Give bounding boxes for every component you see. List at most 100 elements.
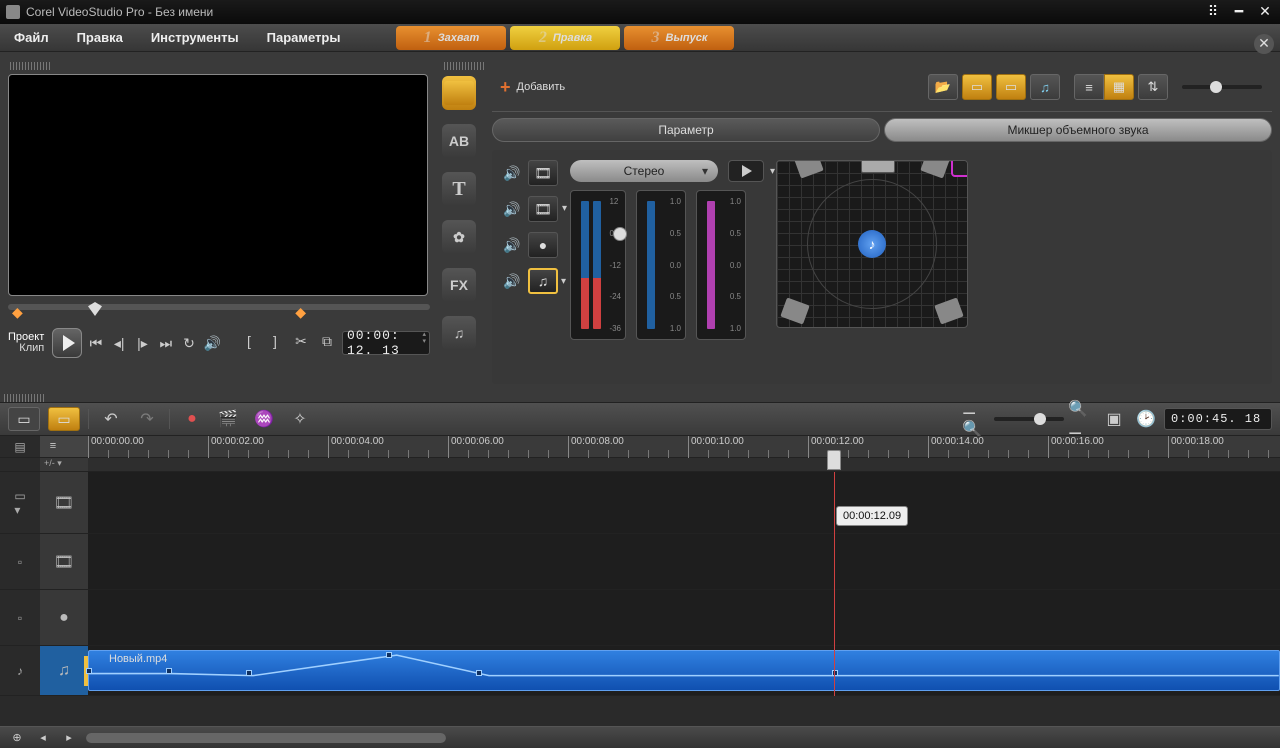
timeline-view-button[interactable]: ▭ (48, 407, 80, 431)
video-track[interactable] (88, 472, 1280, 534)
playhead-handle[interactable] (827, 450, 841, 470)
snapshot-button[interactable]: ⧉ (316, 333, 338, 353)
play-button[interactable] (52, 328, 82, 358)
sub-meter[interactable]: 1.00.50.00.51.0 (696, 190, 746, 340)
center-meter[interactable]: 1.00.50.00.51.0 (636, 190, 686, 340)
mute-music-track[interactable]: 🔊 (502, 271, 522, 291)
go-start-button[interactable]: ⏮ (86, 332, 105, 354)
repeat-button[interactable]: ↻ (179, 332, 198, 354)
channel-mode-dropdown[interactable]: Стерео (570, 160, 718, 182)
playhead[interactable]: 00:00:12.09 (834, 472, 835, 696)
tab-attribute[interactable]: Параметр (492, 118, 880, 142)
fit-project-button[interactable]: ▣ (1100, 407, 1128, 431)
mixer-play-button[interactable] (728, 160, 764, 182)
env-point[interactable] (476, 670, 482, 676)
h-scrollbar[interactable] (86, 733, 446, 743)
cat-graphic-button[interactable]: ✿ (442, 220, 476, 254)
menu-settings[interactable]: Параметры (253, 30, 355, 45)
sel-overlay-track[interactable]: 🎞 (528, 196, 558, 222)
mark-in-button[interactable]: [ (238, 333, 260, 353)
view-list-button[interactable]: ≡ (1074, 74, 1104, 100)
pane-grip-right[interactable] (444, 62, 484, 70)
zoom-out-button[interactable]: ⚊🔍 (962, 407, 990, 431)
timeline-body[interactable]: 00:00:00.0000:00:02.0000:00:04.0000:00:0… (88, 436, 1280, 726)
sel-music-track[interactable]: ♫ (528, 268, 558, 294)
zoom-slider[interactable] (994, 417, 1064, 421)
preview-scrubber[interactable]: ◆ ◆ (8, 304, 430, 322)
project-duration[interactable]: 0:00:45. 18 (1164, 408, 1272, 430)
minimize-button[interactable]: ━ (1230, 5, 1248, 19)
overlay-track[interactable] (88, 534, 1280, 590)
record-button[interactable]: ● (178, 407, 206, 431)
filter-photo-button[interactable]: ▭ (996, 74, 1026, 100)
undo-button[interactable]: ↶ (97, 407, 125, 431)
ruler-mode-a[interactable]: ▤ (0, 436, 40, 458)
add-media-button[interactable]: +Добавить (492, 77, 573, 98)
track-head-voice[interactable]: ● (40, 590, 88, 646)
next-frame-button[interactable]: |▸ (133, 332, 152, 354)
menu-tools[interactable]: Инструменты (137, 30, 253, 45)
volume-meter-main[interactable]: 120-12-24-36 (570, 190, 626, 340)
track-head-video[interactable]: 🎞 (40, 472, 88, 534)
tab-surround-mixer[interactable]: Микшер объемного звука (884, 118, 1272, 142)
cat-media-button[interactable] (442, 76, 476, 110)
timeline-grip[interactable] (4, 394, 44, 402)
music-track[interactable]: Новый.mp4 (88, 646, 1280, 696)
time-ruler[interactable]: 00:00:00.0000:00:02.0000:00:04.0000:00:0… (88, 436, 1280, 458)
volume-envelope[interactable] (89, 651, 1279, 694)
batch-convert-button[interactable]: 🎬 (214, 407, 242, 431)
sel-voice-track[interactable]: ● (528, 232, 558, 258)
thumb-size-slider[interactable] (1182, 85, 1262, 89)
pane-grip[interactable] (10, 62, 50, 70)
scroll-right-button[interactable]: ▸ (60, 731, 78, 745)
storyboard-view-button[interactable]: ▭ (8, 407, 40, 431)
track-head-overlay[interactable]: 🎞 (40, 534, 88, 590)
preview-monitor[interactable] (8, 74, 428, 296)
preview-timecode[interactable]: 00:00: 12. 13 (342, 331, 430, 355)
ruler-plusminus[interactable]: +/- ▾ (40, 458, 88, 472)
mute-voice-track[interactable]: 🔊 (502, 235, 522, 255)
env-point[interactable] (86, 668, 92, 674)
menu-file[interactable]: Файл (0, 30, 63, 45)
panner-puck[interactable]: ♪ (858, 230, 886, 258)
split-button[interactable]: ✂ (290, 333, 312, 353)
env-point[interactable] (166, 668, 172, 674)
scroll-left-button[interactable]: ◂ (34, 731, 52, 745)
cat-transitions-button[interactable]: AB (442, 124, 476, 158)
speaker-front-center-icon[interactable] (861, 160, 895, 173)
filter-video-button[interactable]: ▭ (962, 74, 992, 100)
track-head-music[interactable]: ♫ (40, 646, 88, 696)
prev-frame-button[interactable]: ◂| (110, 332, 129, 354)
cat-audio-button[interactable]: ♫ (442, 316, 476, 350)
step-capture[interactable]: 1Захват (396, 26, 506, 50)
sel-video-track[interactable]: 🎞 (528, 160, 558, 186)
track-visibility-music[interactable]: ♪ (0, 646, 40, 696)
speaker-sub-icon[interactable] (951, 160, 968, 177)
import-folder-button[interactable]: 📂 (928, 74, 958, 100)
surround-panner[interactable]: ♪ (776, 160, 968, 328)
track-visibility-overlay[interactable]: ▫ (0, 534, 40, 590)
redo-button[interactable]: ↷ (133, 407, 161, 431)
mark-out-button[interactable]: ] (264, 333, 286, 353)
cat-filter-button[interactable]: FX (442, 268, 476, 302)
mark-out-icon[interactable]: ◆ (295, 304, 306, 321)
ruler-mode-b[interactable]: ≡ (40, 436, 88, 458)
track-visibility-video[interactable]: ▭▾ (0, 472, 40, 534)
mark-in-icon[interactable]: ◆ (12, 304, 23, 321)
add-track-button[interactable]: ⊕ (8, 731, 26, 745)
mute-video-track[interactable]: 🔊 (502, 163, 522, 183)
go-end-button[interactable]: ⏭ (156, 332, 175, 354)
audio-clip[interactable]: Новый.mp4 (88, 650, 1280, 691)
step-share[interactable]: 3Выпуск (624, 26, 734, 50)
settings-dots-icon[interactable]: ⠿ (1204, 5, 1222, 19)
sound-mixer-button[interactable]: ♒ (250, 407, 278, 431)
h-scroll-thumb[interactable] (86, 733, 446, 743)
menu-edit[interactable]: Правка (63, 30, 137, 45)
close-button[interactable]: ✕ (1256, 5, 1274, 19)
track-visibility-voice[interactable]: ▫ (0, 590, 40, 646)
auto-music-button[interactable]: ✧ (286, 407, 314, 431)
view-thumb-button[interactable]: ▦ (1104, 74, 1134, 100)
mute-overlay-track[interactable]: 🔊 (502, 199, 522, 219)
zoom-in-button[interactable]: 🔍⚊ (1068, 407, 1096, 431)
step-edit[interactable]: 2Правка (510, 26, 620, 50)
